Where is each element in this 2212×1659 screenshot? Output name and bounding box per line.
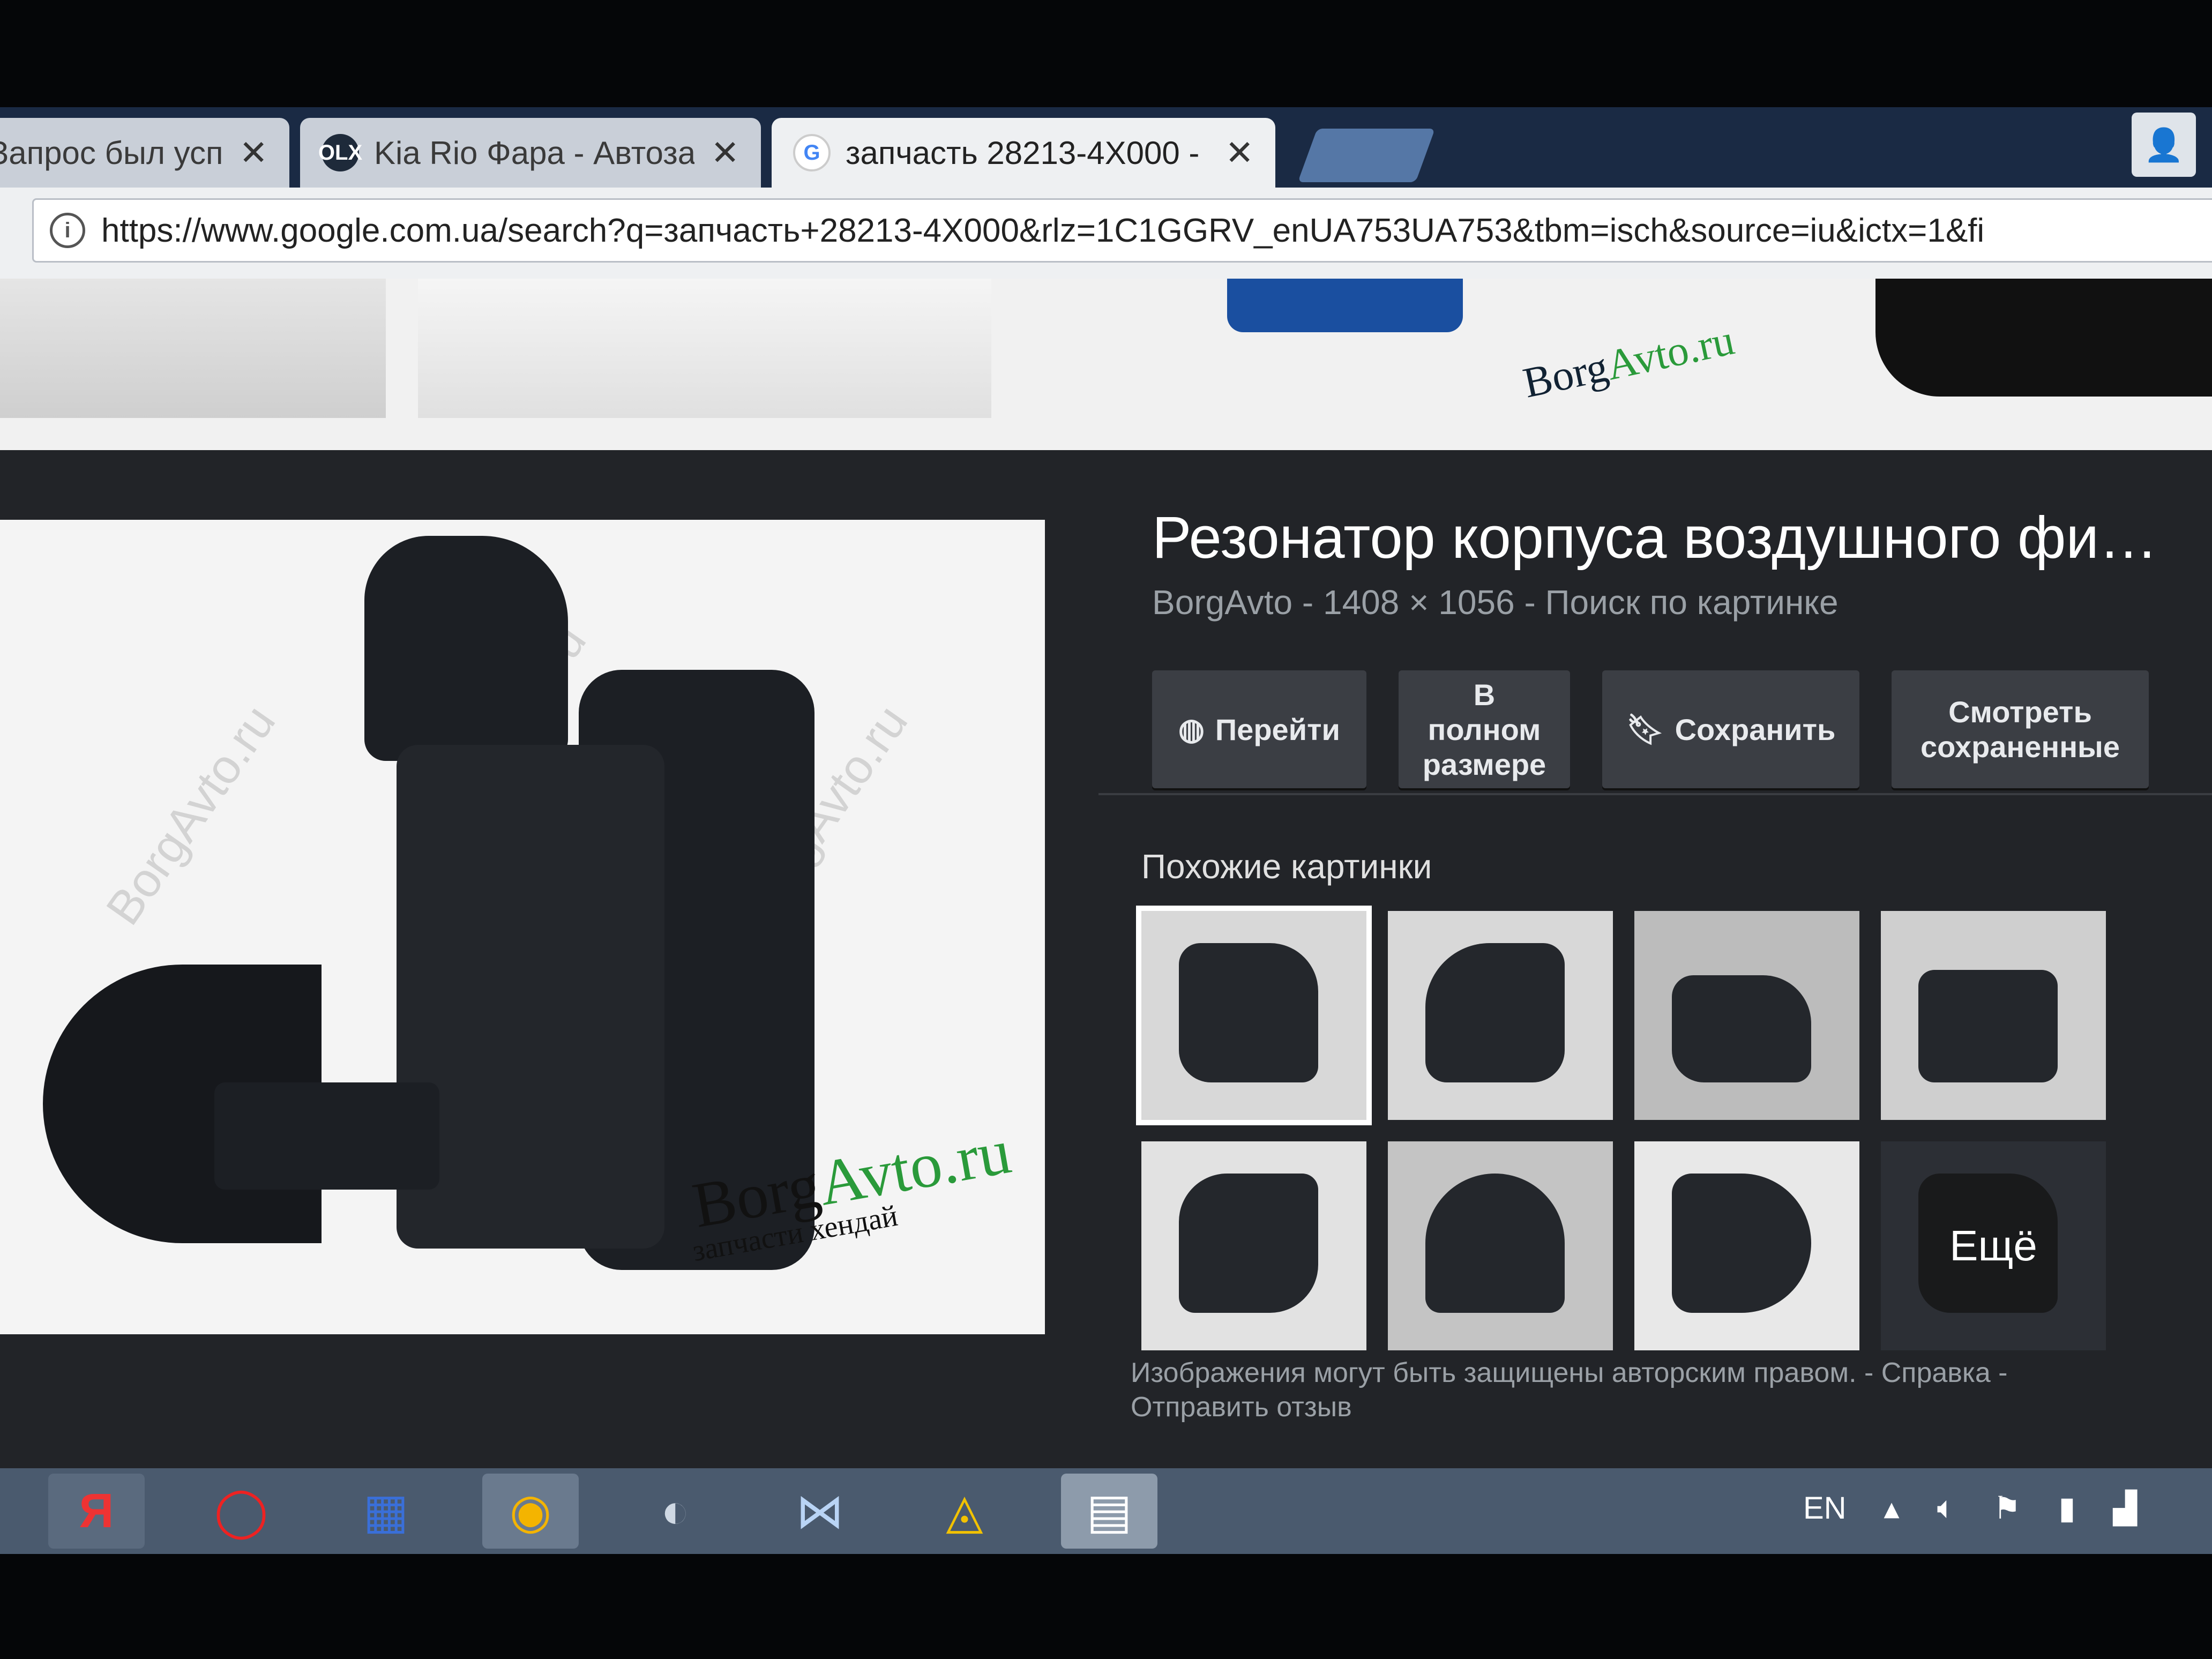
tab-label: запчасть 28213-4X000 -: [846, 134, 1200, 171]
similar-images-title: Похожие картинки: [1141, 847, 1432, 886]
media-player-icon[interactable]: ◐: [627, 1474, 723, 1549]
similar-image[interactable]: [1881, 911, 2106, 1120]
borgavto-logo: BorgAvto.ru: [1519, 316, 1738, 407]
full-size-button[interactable]: В полном размере: [1399, 670, 1570, 788]
similar-image[interactable]: [1634, 1141, 1859, 1350]
new-tab-button[interactable]: [1297, 129, 1436, 182]
tab-1[interactable]: Запрос был успеш ✕: [0, 118, 289, 188]
send-feedback-link[interactable]: Отправить отзыв: [1131, 1390, 2149, 1424]
olx-favicon-icon: OLX: [318, 134, 362, 171]
similar-image[interactable]: [1388, 911, 1613, 1120]
similar-image[interactable]: [1141, 1141, 1366, 1350]
info-icon[interactable]: i: [50, 213, 85, 248]
result-thumbnail[interactable]: [1227, 279, 1463, 332]
similar-image[interactable]: [1388, 1141, 1613, 1350]
profile-icon[interactable]: 👤: [2132, 113, 2196, 177]
bow-app-icon[interactable]: ⋈: [772, 1474, 868, 1549]
battery-icon[interactable]: ▮: [2058, 1490, 2075, 1526]
toolbar: i https://www.google.com.ua/search?q=зап…: [0, 188, 2212, 281]
action-buttons: ◍ Перейти В полном размере 🔖︎ Сохранить …: [1152, 670, 2212, 788]
volume-icon[interactable]: 🔈︎: [1937, 1490, 1956, 1526]
browser-window: Запрос был успеш ✕ OLX Kia Rio Фара - Ав…: [0, 107, 2212, 1554]
result-thumbnail[interactable]: [418, 279, 991, 418]
preview-image[interactable]: BorgAvto.ru BorgAvto.ru BorgAvto.ru Borg…: [0, 520, 1045, 1334]
part-pipe: [214, 1082, 439, 1190]
tab-label: Kia Rio Фара - Автозапч: [374, 134, 695, 171]
copyright-footer: Изображения могут быть защищены авторски…: [1131, 1356, 2149, 1424]
signal-icon[interactable]: ▟: [2113, 1490, 2137, 1526]
system-tray: EN ▴ 🔈︎ ⚑ ▮ ▟: [1803, 1490, 2137, 1526]
watermark-text: BorgAvto.ru: [96, 696, 286, 935]
aimp-icon[interactable]: ◬: [916, 1474, 1013, 1549]
similar-images-grid: Ещё: [1136, 906, 2106, 1350]
tab-2[interactable]: OLX Kia Rio Фара - Автозапч ✕: [300, 118, 761, 188]
opera-icon[interactable]: ◯: [193, 1474, 289, 1549]
more-images-button[interactable]: Ещё: [1881, 1141, 2106, 1350]
divider: [1098, 793, 2212, 795]
copyright-notice: Изображения могут быть защищены авторски…: [1131, 1357, 2008, 1388]
chevron-up-icon[interactable]: ▴: [1884, 1490, 1900, 1526]
yandex-browser-icon[interactable]: Я: [48, 1474, 145, 1549]
save-disk-icon[interactable]: ▦: [338, 1474, 434, 1549]
result-thumbnail[interactable]: [0, 279, 386, 418]
google-favicon-icon: G: [793, 134, 831, 171]
language-indicator[interactable]: EN: [1803, 1490, 1847, 1526]
url-text: https://www.google.com.ua/search?q=запча…: [101, 212, 1985, 249]
similar-image[interactable]: [1634, 911, 1859, 1120]
close-icon[interactable]: ✕: [1225, 133, 1254, 173]
part-intake-top: [364, 536, 568, 761]
visit-button[interactable]: ◍ Перейти: [1152, 670, 1366, 788]
address-bar[interactable]: i https://www.google.com.ua/search?q=зап…: [32, 198, 2212, 263]
save-button[interactable]: 🔖︎ Сохранить: [1602, 670, 1859, 788]
document-icon[interactable]: ▤: [1061, 1474, 1157, 1549]
close-icon[interactable]: ✕: [239, 133, 268, 173]
view-saved-button[interactable]: Смотреть сохраненные: [1892, 670, 2149, 788]
close-icon[interactable]: ✕: [711, 133, 739, 173]
flag-icon[interactable]: ⚑: [1993, 1490, 2021, 1526]
tab-label: Запрос был успеш: [0, 134, 223, 171]
result-thumbnail[interactable]: [1875, 279, 2212, 397]
similar-image[interactable]: [1136, 906, 1372, 1125]
bookmark-icon: 🔖︎: [1626, 712, 1664, 746]
image-title[interactable]: Резонатор корпуса воздушного фи…: [1152, 504, 2197, 572]
taskbar: Я ◯ ▦ ◉ ◐ ⋈ ◬ ▤ EN ▴ 🔈︎ ⚑ ▮ ▟: [0, 1468, 2212, 1554]
globe-icon: ◍: [1178, 712, 1205, 746]
tab-active[interactable]: G запчасть 28213-4X000 - ✕: [772, 118, 1275, 188]
tab-strip: Запрос был успеш ✕ OLX Kia Rio Фара - Ав…: [0, 107, 2212, 188]
image-results-strip: BorgAvto.ru: [0, 279, 2212, 450]
image-info: Резонатор корпуса воздушного фи… BorgAvt…: [1152, 504, 2212, 788]
image-preview-panel: BorgAvto.ru BorgAvto.ru BorgAvto.ru Borg…: [0, 450, 2212, 1468]
image-meta[interactable]: BorgAvto - 1408 × 1056 - Поиск по картин…: [1152, 582, 2212, 622]
chrome-icon[interactable]: ◉: [482, 1474, 579, 1549]
